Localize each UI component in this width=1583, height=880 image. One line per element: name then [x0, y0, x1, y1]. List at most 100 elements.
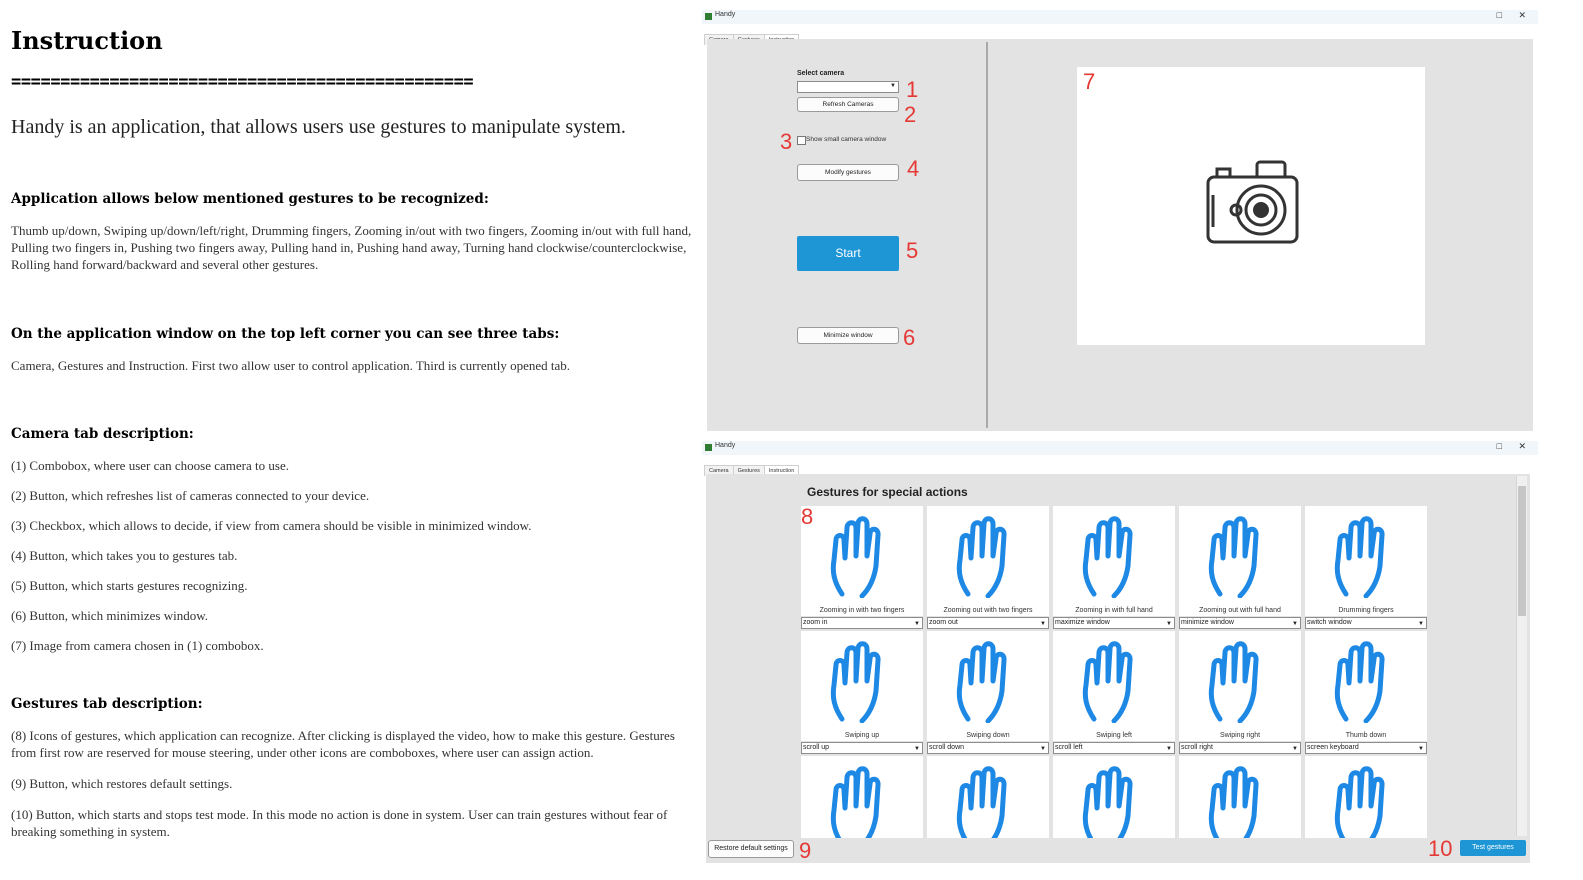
- gesture-action-combobox[interactable]: switch window ▼: [1305, 617, 1427, 629]
- gestures-window: Handy □ ✕ Camera Gestures Instruction Gest…: [702, 441, 1538, 865]
- gestures-tab-panel: Gestures for special actions Zooming in …: [706, 474, 1530, 863]
- test-gestures-button[interactable]: Test gestures: [1460, 840, 1526, 856]
- callout-3: 3: [780, 129, 793, 154]
- gesture-cell[interactable]: Zooming out with full hand: [1179, 506, 1301, 616]
- gesture-cell[interactable]: Swiping left: [1053, 631, 1175, 741]
- gesture-action-combobox[interactable]: maximize window ▼: [1053, 617, 1175, 629]
- open-hand-icon: [1334, 766, 1385, 838]
- chevron-down-icon: ▼: [914, 746, 920, 752]
- gesture-action-combobox[interactable]: scroll down ▼: [927, 742, 1049, 754]
- gesture-action-value: screen keyboard: [1307, 744, 1359, 751]
- chevron-down-icon: ▼: [1418, 621, 1424, 627]
- title-bar: Handy □ ✕: [702, 10, 1538, 24]
- callout-7: 7: [1083, 69, 1096, 94]
- chevron-down-icon: ▼: [890, 83, 896, 89]
- gesture-cell[interactable]: Drumming fingers: [1305, 506, 1427, 616]
- pull-up-icon: [1082, 766, 1133, 838]
- callout-5: 5: [906, 238, 919, 263]
- restore-default-settings-button[interactable]: Restore default settings: [708, 840, 794, 858]
- close-icon[interactable]: ✕: [1518, 441, 1526, 452]
- chevron-down-icon: ▼: [1040, 621, 1046, 627]
- gesture-label: Zooming in with two fingers: [819, 607, 905, 614]
- gesture-label: Zooming in with full hand: [1075, 607, 1153, 614]
- window-title: Handy: [715, 11, 736, 18]
- gesture-action-value: scroll left: [1055, 744, 1083, 751]
- gesture-cell[interactable]: [1053, 756, 1175, 838]
- app-icon: [705, 13, 712, 20]
- gesture-cell[interactable]: [1179, 756, 1301, 838]
- gesture-cell[interactable]: Zooming in with two fingers: [801, 506, 923, 616]
- gesture-action-combobox[interactable]: zoom in ▼: [801, 617, 923, 629]
- swipe-up-icon: [830, 641, 881, 723]
- gesture-action-value: zoom in: [803, 619, 828, 626]
- callout-8: 8: [801, 504, 814, 529]
- restore-icon[interactable]: □: [1497, 441, 1502, 451]
- gesture-action-combobox[interactable]: screen keyboard ▼: [1305, 742, 1427, 754]
- callout-4: 4: [907, 156, 920, 181]
- gesture-cell[interactable]: Swiping down: [927, 631, 1049, 741]
- scrollbar-thumb[interactable]: [1518, 486, 1526, 616]
- gesture-label: Swiping left: [1096, 732, 1132, 739]
- push-down-icon: [1208, 766, 1259, 838]
- gesture-action-combobox[interactable]: scroll up ▼: [801, 742, 923, 754]
- gestures-heading: Gestures for special actions: [807, 485, 968, 499]
- small-camera-checkbox-label: Show small camera window: [806, 136, 887, 143]
- drumming-fingers-icon: [1334, 516, 1385, 598]
- gesture-cell[interactable]: Thumb down: [1305, 631, 1427, 741]
- gesture-action-combobox[interactable]: zoom out ▼: [927, 617, 1049, 629]
- section-paragraph: (4) Button, which takes you to gestures …: [11, 548, 238, 563]
- gesture-cell[interactable]: [927, 756, 1049, 838]
- gesture-action-combobox[interactable]: minimize window ▼: [1179, 617, 1301, 629]
- restore-icon[interactable]: □: [1497, 10, 1502, 20]
- small-camera-checkbox[interactable]: [797, 136, 806, 145]
- section-paragraph: (3) Checkbox, which allows to decide, if…: [11, 518, 532, 533]
- pull-left-icon: [830, 766, 881, 838]
- vertical-scrollbar[interactable]: [1516, 476, 1527, 836]
- title-rule: ========================================…: [11, 72, 474, 92]
- gesture-action-combobox[interactable]: scroll left ▼: [1053, 742, 1175, 754]
- camera-combobox[interactable]: ▼: [797, 81, 899, 93]
- gesture-cell[interactable]: Swiping up: [801, 631, 923, 741]
- thumb-down-icon: [1334, 641, 1385, 723]
- gesture-action-value: switch window: [1307, 619, 1352, 626]
- swipe-left-icon: [1082, 641, 1133, 723]
- gesture-action-value: scroll right: [1181, 744, 1213, 751]
- section-paragraph: (9) Button, which restores default setti…: [11, 776, 233, 791]
- start-button[interactable]: Start: [797, 236, 899, 271]
- select-camera-label: Select camera: [797, 70, 845, 77]
- tab-bar: CameraGesturesInstruction: [704, 458, 800, 476]
- gesture-cell[interactable]: Zooming in with full hand: [1053, 506, 1175, 616]
- callout-1: 1: [906, 77, 919, 102]
- modify-gestures-button[interactable]: Modify gestures: [797, 164, 899, 181]
- gesture-cell[interactable]: [1305, 756, 1427, 838]
- zoom-in-two-fingers-icon: [830, 516, 881, 598]
- refresh-cameras-button[interactable]: Refresh Cameras: [797, 97, 899, 112]
- gesture-label: Zooming out with two fingers: [943, 607, 1033, 614]
- camera-preview: 7: [1077, 67, 1425, 345]
- chevron-down-icon: ▼: [1166, 621, 1172, 627]
- section-paragraph: (10) Button, which starts and stops test…: [11, 807, 668, 839]
- zoom-in-full-hand-icon: [1082, 516, 1133, 598]
- section-heading: Camera tab description:: [11, 426, 194, 442]
- title-bar: Handy □ ✕: [702, 441, 1538, 455]
- camera-window: Handy □ ✕ CameraGesturesInstruction Sele…: [702, 10, 1538, 432]
- camera-tab-panel: Select camera ▼ 1 Refresh Cameras 2 3 Sh…: [707, 39, 1533, 431]
- minimize-window-button[interactable]: Minimize window: [797, 327, 899, 344]
- callout-10: 10: [1428, 836, 1453, 861]
- panel-divider: [986, 42, 988, 428]
- section-paragraph: (2) Button, which refreshes list of came…: [11, 488, 370, 503]
- gesture-label: Thumb down: [1345, 732, 1387, 739]
- gesture-cell[interactable]: Zooming out with two fingers: [927, 506, 1049, 616]
- gesture-cell[interactable]: Swiping right: [1179, 631, 1301, 741]
- chevron-down-icon: ▼: [1166, 746, 1172, 752]
- chevron-down-icon: ▼: [1292, 621, 1298, 627]
- gesture-label: Swiping up: [844, 732, 880, 739]
- window-title: Handy: [715, 442, 736, 449]
- gesture-label: Drumming fingers: [1338, 607, 1394, 614]
- gesture-cell[interactable]: [801, 756, 923, 838]
- intro-text: Handy is an application, that allows use…: [11, 116, 626, 138]
- gesture-label: Swiping down: [966, 732, 1010, 739]
- push-right-icon: [956, 766, 1007, 838]
- gesture-action-combobox[interactable]: scroll right ▼: [1179, 742, 1301, 754]
- close-icon[interactable]: ✕: [1518, 10, 1526, 21]
